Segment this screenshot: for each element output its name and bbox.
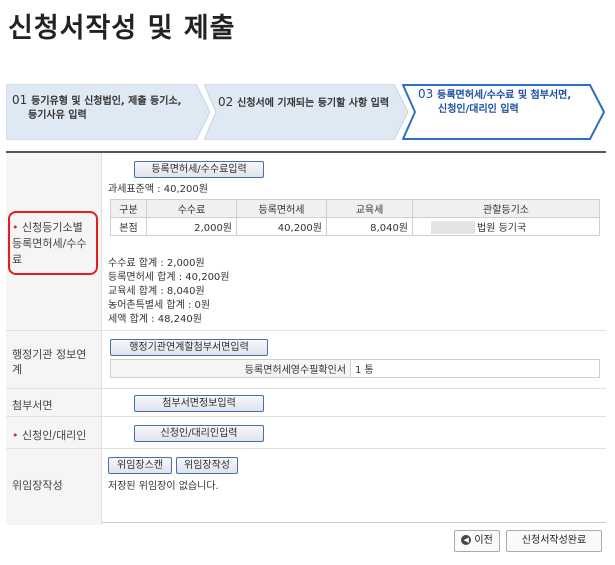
- fee-table-header-cell: 등록면허세: [236, 199, 327, 218]
- applicant-row-head: • 신청인/대리인: [6, 417, 102, 448]
- table-row: 등록면허세영수필확인서 1 통: [110, 359, 600, 378]
- step-indicator: 01 등기유형 및 신청법인, 제출 등기소, 등기사유 입력 02 신청서에 …: [6, 84, 606, 140]
- delegate-row-body: 위임장스캔 위임장작성 저장된 위임장이 없습니다.: [102, 449, 606, 525]
- fee-table: 구분 수수료 등록면허세 교육세 관할등기소 본점 2,000원 40,200원…: [110, 199, 600, 236]
- fee-table-header-cell: 구분: [110, 199, 147, 218]
- delegate-write-button[interactable]: 위임장작성: [176, 457, 238, 474]
- prev-button-label: 이전: [474, 535, 493, 546]
- applicant-input-button[interactable]: 신청인/대리인입력: [134, 425, 264, 442]
- fee-input-button[interactable]: 등록면허세/수수료입력: [134, 161, 264, 178]
- step-3-label-line1: 등록면허세/수수료 및 첨부서면,: [437, 90, 572, 101]
- delegate-row-label: 위임장작성: [6, 449, 102, 525]
- redacted-block: [431, 221, 475, 235]
- applicant-row-label: 신청인/대리인: [22, 429, 87, 442]
- fee-table-header: 구분 수수료 등록면허세 교육세 관할등기소: [110, 199, 600, 218]
- step-3-number: 03: [418, 87, 434, 101]
- admin-doc-table: 등록면허세영수필확인서 1 통: [110, 359, 600, 378]
- admin-row: 행정기관 정보연계 행정기관연계할첨부서면입력 등록면허세영수필확인서 1 통: [6, 331, 606, 389]
- fee-row-body: 등록면허세/수수료입력 과세표준액 : 40,200원 구분 수수료 등록면허세…: [102, 153, 606, 330]
- page-title: 신청서작성 및 제출: [8, 13, 236, 44]
- attach-row-body: 첨부서면정보입력: [102, 389, 606, 416]
- fee-table-header-cell: 수수료: [146, 199, 237, 218]
- application-form: • 신청등기소별 등록면허세/수수료 등록면허세/수수료입력 과세표준액 : 4…: [6, 151, 606, 525]
- fee-summary-line: 농어촌특별세 합계 : 0원: [108, 300, 211, 311]
- fee-table-cell: 2,000원: [146, 217, 237, 236]
- fee-summary: 수수료 합계 : 2,000원 등록면허세 합계 : 40,200원 교육세 합…: [108, 257, 230, 327]
- required-mark: •: [12, 429, 19, 442]
- fee-summary-line: 수수료 합계 : 2,000원: [108, 258, 205, 269]
- admin-row-label: 행정기관 정보연계: [6, 331, 102, 388]
- applicant-row-body: 신청인/대리인입력: [102, 417, 606, 448]
- step-2-label-line1: 신청서에 기재되는 등기할 사항 입력: [237, 98, 390, 109]
- arrow-left-circle-icon: ◀: [461, 535, 472, 545]
- admin-doc-name: 등록면허세영수필확인서: [110, 359, 351, 378]
- fee-row-highlight: [8, 211, 98, 275]
- attach-input-button[interactable]: 첨부서면정보입력: [134, 395, 264, 412]
- fee-row: • 신청등기소별 등록면허세/수수료 등록면허세/수수료입력 과세표준액 : 4…: [6, 153, 606, 331]
- fee-table-header-cell: 관할등기소: [412, 199, 600, 218]
- fee-summary-line: 세액 합계 : 48,240원: [108, 314, 202, 325]
- step-3-current: 03 등록면허세/수수료 및 첨부서면, 신청인/대리인 입력: [402, 84, 606, 140]
- step-1-number: 01: [12, 93, 28, 107]
- fee-summary-line: 등록면허세 합계 : 40,200원: [108, 272, 230, 283]
- admin-doc-count: 1 통: [350, 359, 600, 378]
- admin-row-body: 행정기관연계할첨부서면입력 등록면허세영수필확인서 1 통: [102, 331, 606, 388]
- complete-button[interactable]: 신청서작성완료: [506, 530, 602, 552]
- prev-button[interactable]: ◀ 이전: [454, 530, 500, 552]
- table-row: 본점 2,000원 40,200원 8,040원 법원 등기국: [110, 217, 600, 236]
- step-1-label-line1: 등기유형 및 신청법인, 제출 등기소,: [31, 96, 182, 107]
- delegate-scan-button[interactable]: 위임장스캔: [108, 457, 172, 474]
- step-1: 01 등기유형 및 신청법인, 제출 등기소, 등기사유 입력: [6, 84, 211, 140]
- office-name: 법원 등기국: [477, 222, 527, 234]
- admin-link-input-button[interactable]: 행정기관연계할첨부서면입력: [110, 339, 268, 356]
- delegate-row: 위임장작성 위임장스캔 위임장작성 저장된 위임장이 없습니다.: [6, 449, 606, 525]
- attach-row-label: 첨부서면: [6, 389, 102, 416]
- fee-table-cell: 8,040원: [326, 217, 413, 236]
- attach-row: 첨부서면 첨부서면정보입력: [6, 389, 606, 417]
- delegate-message: 저장된 위임장이 없습니다.: [108, 481, 219, 492]
- step-1-label-line2: 등기사유 입력: [28, 110, 87, 121]
- step-2-number: 02: [218, 95, 234, 109]
- step-3-label-line2: 신청인/대리인 입력: [438, 104, 519, 115]
- fee-table-header-cell: 교육세: [326, 199, 413, 218]
- step-2: 02 신청서에 기재되는 등기할 사항 입력: [204, 84, 409, 140]
- fee-summary-line: 교육세 합계 : 8,040원: [108, 286, 205, 297]
- applicant-row: • 신청인/대리인 신청인/대리인입력: [6, 417, 606, 449]
- fee-table-cell: 40,200원: [236, 217, 327, 236]
- fee-table-cell-office: 법원 등기국: [412, 217, 600, 236]
- tax-base-text: 과세표준액 : 40,200원: [108, 184, 208, 195]
- fee-table-cell: 본점: [110, 217, 147, 236]
- step-2-arrow: [204, 84, 409, 140]
